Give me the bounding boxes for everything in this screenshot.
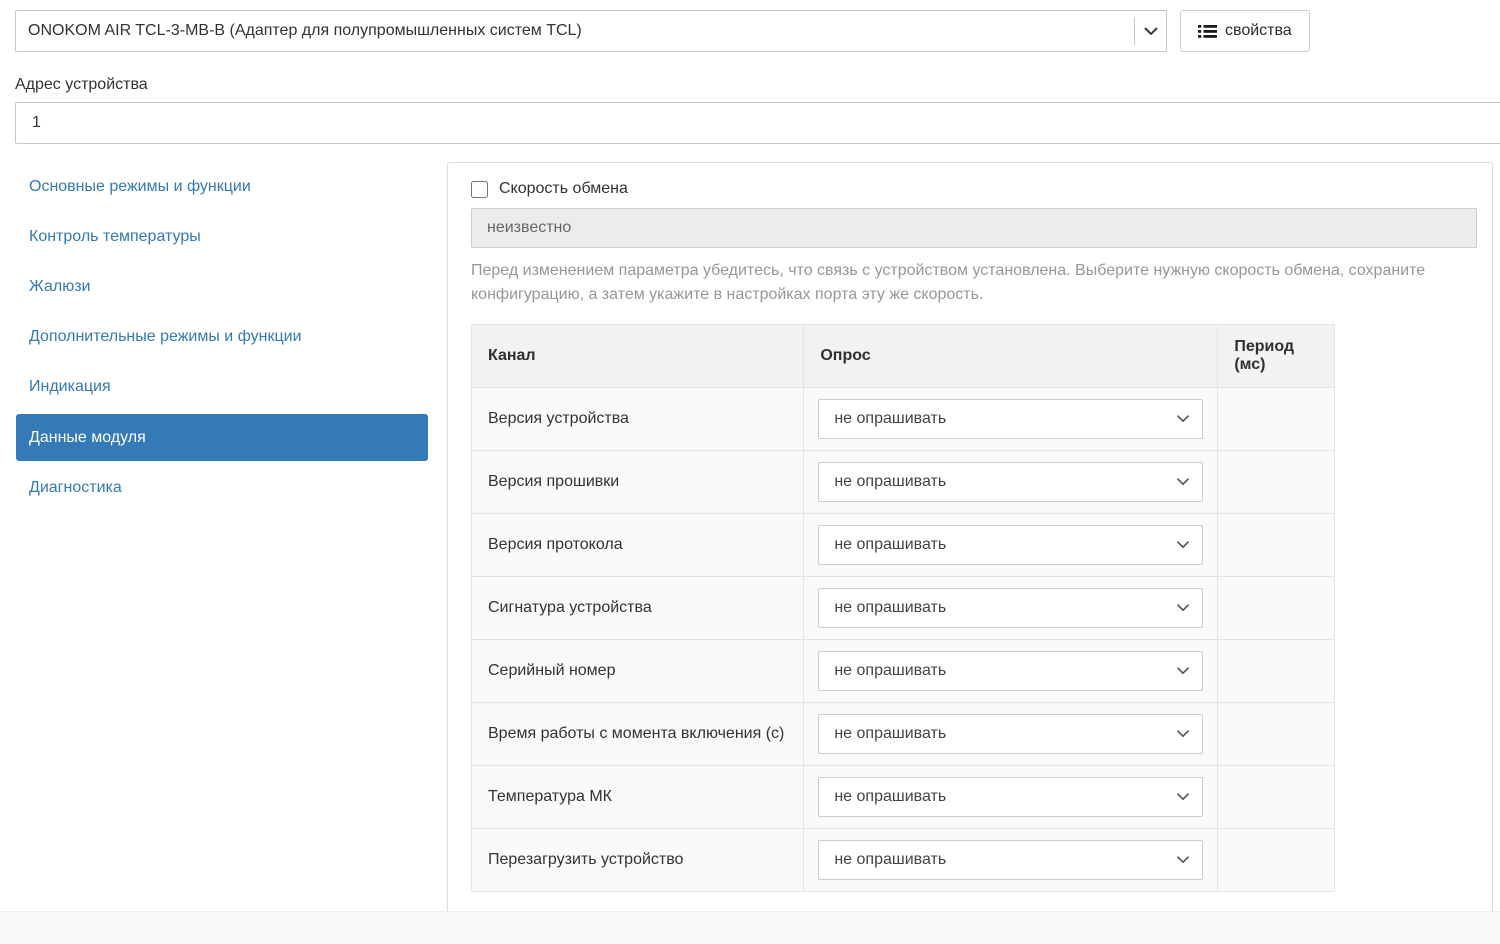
table-row: Версия протокола не опрашивать xyxy=(472,514,1335,577)
channel-label: Версия прошивки xyxy=(472,451,804,514)
period-cell xyxy=(1218,514,1335,577)
module-data-panel: Скорость обмена Перед изменением парамет… xyxy=(447,162,1493,941)
sidebar-item-module-data[interactable]: Данные модуля xyxy=(16,414,428,461)
table-row: Температура МК не опрашивать xyxy=(472,766,1335,829)
sidebar-item-louvers[interactable]: Жалюзи xyxy=(16,262,428,312)
table-row: Сигнатура устройства не опрашивать xyxy=(472,577,1335,640)
select-divider xyxy=(1134,17,1135,45)
footer-strip xyxy=(0,911,1500,944)
table-header-row: Канал Опрос Период (мс) xyxy=(472,325,1335,388)
poll-select[interactable]: не опрашивать xyxy=(818,588,1203,628)
speed-checkbox-row: Скорость обмена xyxy=(471,180,1477,198)
chevron-down-icon xyxy=(1177,541,1189,549)
period-cell xyxy=(1218,640,1335,703)
poll-select[interactable]: не опрашивать xyxy=(818,399,1203,439)
channel-label: Версия протокола xyxy=(472,514,804,577)
period-cell xyxy=(1218,703,1335,766)
poll-select-value: не опрашивать xyxy=(834,851,946,869)
channel-label: Сигнатура устройства xyxy=(472,577,804,640)
chevron-down-icon xyxy=(1177,478,1189,486)
properties-button[interactable]: свойства xyxy=(1180,10,1310,52)
poll-select[interactable]: не опрашивать xyxy=(818,840,1203,880)
poll-select-value: не опрашивать xyxy=(834,725,946,743)
poll-select-value: не опрашивать xyxy=(834,599,946,617)
channel-label: Температура МК xyxy=(472,766,804,829)
speed-value-input xyxy=(471,208,1477,248)
sidebar-item-indication[interactable]: Индикация xyxy=(16,362,428,412)
speed-checkbox[interactable] xyxy=(471,181,488,198)
poll-select[interactable]: не опрашивать xyxy=(818,714,1203,754)
chevron-down-icon xyxy=(1177,856,1189,864)
header-period: Период (мс) xyxy=(1218,325,1335,388)
table-row: Время работы с момента включения (с) не … xyxy=(472,703,1335,766)
sidebar-item-temperature-control[interactable]: Контроль температуры xyxy=(16,212,428,262)
poll-select-value: не опрашивать xyxy=(834,536,946,554)
sidebar-item-additional-modes[interactable]: Дополнительные режимы и функции xyxy=(16,312,428,362)
poll-select[interactable]: не опрашивать xyxy=(818,777,1203,817)
device-toolbar: ONOKOM AIR TCL-3-MB-B (Адаптер для полуп… xyxy=(15,10,1500,52)
period-cell xyxy=(1218,829,1335,892)
poll-select-value: не опрашивать xyxy=(834,410,946,428)
chevron-down-icon xyxy=(1177,604,1189,612)
channel-label: Версия устройства xyxy=(472,388,804,451)
chevron-down-icon xyxy=(1144,27,1158,36)
table-row: Версия устройства не опрашивать xyxy=(472,388,1335,451)
content-area: Основные режимы и функции Контроль темпе… xyxy=(16,162,1500,941)
poll-select-value: не опрашивать xyxy=(834,662,946,680)
period-cell xyxy=(1218,388,1335,451)
channel-label: Серийный номер xyxy=(472,640,804,703)
device-select[interactable]: ONOKOM AIR TCL-3-MB-B (Адаптер для полуп… xyxy=(15,10,1167,52)
list-icon xyxy=(1198,24,1217,39)
poll-select[interactable]: не опрашивать xyxy=(818,525,1203,565)
speed-help-text: Перед изменением параметра убедитесь, чт… xyxy=(471,259,1471,307)
period-cell xyxy=(1218,577,1335,640)
device-select-value: ONOKOM AIR TCL-3-MB-B (Адаптер для полуп… xyxy=(28,22,1126,40)
table-row: Серийный номер не опрашивать xyxy=(472,640,1335,703)
chevron-down-icon xyxy=(1177,415,1189,423)
speed-checkbox-label: Скорость обмена xyxy=(499,180,628,198)
poll-select-value: не опрашивать xyxy=(834,788,946,806)
header-poll: Опрос xyxy=(804,325,1218,388)
channel-label: Время работы с момента включения (с) xyxy=(472,703,804,766)
properties-button-label: свойства xyxy=(1225,22,1292,40)
period-cell xyxy=(1218,451,1335,514)
table-row: Перезагрузить устройство не опрашивать xyxy=(472,829,1335,892)
channels-table: Канал Опрос Период (мс) Версия устройств… xyxy=(471,324,1335,892)
address-input[interactable] xyxy=(15,102,1500,144)
chevron-down-icon xyxy=(1177,667,1189,675)
chevron-down-icon xyxy=(1177,793,1189,801)
sidebar-item-diagnostics[interactable]: Диагностика xyxy=(16,463,428,513)
sidebar-item-main-modes[interactable]: Основные режимы и функции xyxy=(16,162,428,212)
address-label: Адрес устройства xyxy=(15,76,1500,94)
poll-select-value: не опрашивать xyxy=(834,473,946,491)
header-channel: Канал xyxy=(472,325,804,388)
device-config-page: ONOKOM AIR TCL-3-MB-B (Адаптер для полуп… xyxy=(0,0,1500,944)
sidebar: Основные режимы и функции Контроль темпе… xyxy=(16,162,428,513)
period-cell xyxy=(1218,766,1335,829)
table-row: Версия прошивки не опрашивать xyxy=(472,451,1335,514)
poll-select[interactable]: не опрашивать xyxy=(818,651,1203,691)
poll-select[interactable]: не опрашивать xyxy=(818,462,1203,502)
chevron-down-icon xyxy=(1177,730,1189,738)
channel-label: Перезагрузить устройство xyxy=(472,829,804,892)
